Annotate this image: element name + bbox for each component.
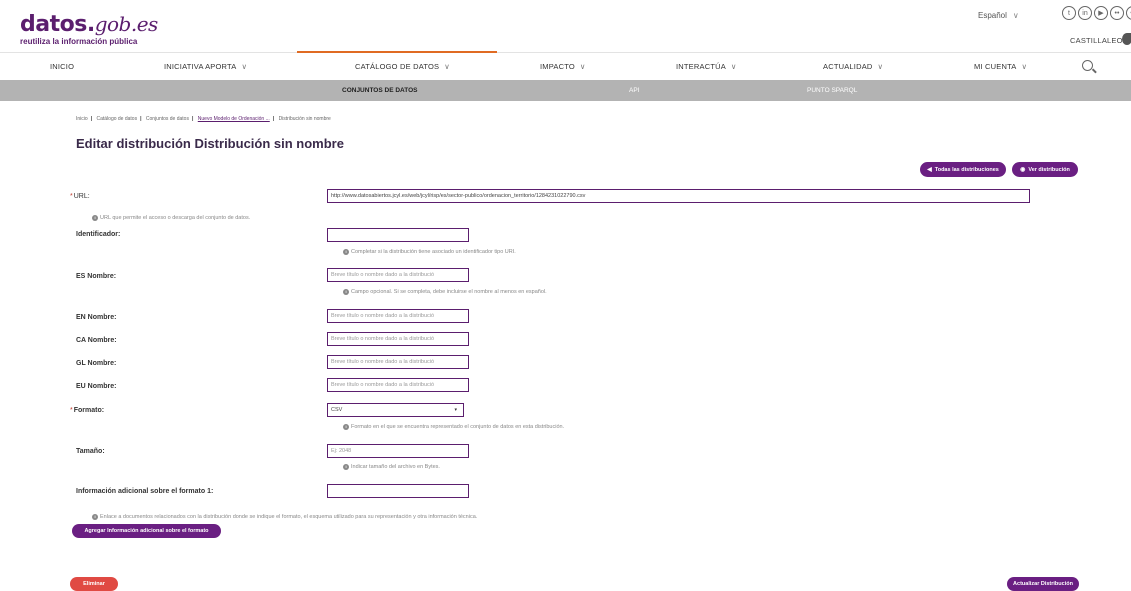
info-icon: i (92, 215, 98, 221)
size-label: Tamaño: (76, 448, 105, 455)
subnav-item-api[interactable]: API (629, 87, 639, 94)
format-label: *Formato: (70, 407, 105, 414)
chevron-down-icon: ∨ (877, 62, 884, 71)
arrow-left-icon: ◀ (927, 167, 932, 173)
all-distributions-button[interactable]: ◀ Todas las distribuciones (920, 162, 1006, 177)
es-name-input[interactable]: Breve título o nombre dado a la distribu… (327, 268, 469, 282)
view-distribution-button[interactable]: ◉ Ver distribución (1012, 162, 1078, 177)
url-label: *URL: (70, 193, 90, 200)
flickr-icon[interactable]: •• (1110, 6, 1124, 20)
en-name-label: EN Nombre: (76, 314, 117, 321)
info-icon: i (343, 464, 349, 470)
subnav-item-punto-sparql[interactable]: PUNTO SPARQL (807, 87, 857, 94)
es-name-label: ES Nombre: (76, 273, 117, 280)
nav-item-iniciativa-aporta[interactable]: INICIATIVA APORTA ∨ (164, 62, 247, 71)
twitter-icon[interactable]: t (1062, 6, 1076, 20)
chevron-down-icon: ∨ (241, 62, 248, 71)
nav-item-actualidad[interactable]: ACTUALIDAD ∨ (823, 62, 883, 71)
nav-item-interactua[interactable]: INTERACTÚA ∨ (676, 62, 737, 71)
search-icon[interactable] (1082, 60, 1093, 71)
nav-item-mi-cuenta[interactable]: MI CUENTA ∨ (974, 62, 1027, 71)
nav-item-catalogo-de-datos[interactable]: CATÁLOGO DE DATOS ∨ (355, 62, 450, 71)
info-icon: i (343, 424, 349, 430)
ca-name-input[interactable]: Breve título o nombre dado a la distribu… (327, 332, 469, 346)
url-help: i URL que permite el acceso o descarga de… (92, 215, 250, 221)
active-tab-indicator (297, 51, 497, 53)
logo-tagline: reutiliza la información pública (20, 37, 138, 46)
gl-name-input[interactable]: Breve título o nombre dado a la distribu… (327, 355, 469, 369)
extra-info-input[interactable] (327, 484, 469, 498)
castilla-leon-logo-icon (1122, 33, 1131, 45)
info-icon: i (92, 514, 98, 520)
format-help: i Formato en el que se encuentra represen… (343, 424, 564, 430)
add-extra-info-button[interactable]: Agregar Información adicional sobre el f… (72, 524, 221, 538)
breadcrumb-item[interactable]: Inicio (76, 116, 88, 122)
delete-button[interactable]: Eliminar (70, 577, 118, 591)
en-name-input[interactable]: Breve título o nombre dado a la distribu… (327, 309, 469, 323)
linkedin-icon[interactable]: in (1078, 6, 1092, 20)
main-navigation: INICIO INICIATIVA APORTA ∨ CATÁLOGO DE DA… (0, 51, 1131, 78)
identifier-input[interactable] (327, 228, 469, 242)
nav-item-inicio[interactable]: INICIO (50, 62, 74, 71)
breadcrumb-item[interactable]: Conjuntos de datos (146, 116, 189, 122)
breadcrumb-item[interactable]: Nuevo Modelo de Ordenación ... (198, 116, 270, 122)
social-links: t in ▶ •• ◠ (1062, 6, 1131, 20)
format-select[interactable]: CSV ▾ (327, 403, 464, 417)
youtube-icon[interactable]: ▶ (1094, 6, 1108, 20)
eu-name-input[interactable]: Breve título o nombre dado a la distribu… (327, 378, 469, 392)
update-distribution-button[interactable]: Actualizar Distribución (1007, 577, 1079, 591)
nav-item-impacto[interactable]: IMPACTO ∨ (540, 62, 586, 71)
gl-name-label: GL Nombre: (76, 360, 117, 367)
chevron-down-icon: ∨ (579, 62, 586, 71)
castilla-leon-brand[interactable]: CASTILLALEON (1070, 36, 1128, 45)
size-help: i Indicar tamaño del archivo en Bytes. (343, 464, 440, 470)
rss-icon[interactable]: ◠ (1126, 6, 1131, 20)
sub-navigation: CONJUNTOS DE DATOS API PUNTO SPARQL (0, 80, 1131, 101)
url-input[interactable]: http://www.datosabiertos.jcyl.es/web/jcy… (327, 189, 1030, 203)
breadcrumb-current: Distribución sin nombre (278, 116, 331, 122)
eye-icon: ◉ (1020, 167, 1026, 173)
size-input[interactable]: Ej: 2048 (327, 444, 469, 458)
identifier-help: i Completar si la distribución tiene asoc… (343, 249, 516, 255)
es-name-help: i Campo opcional. Si se completa, debe in… (343, 289, 547, 295)
chevron-down-icon: ∨ (444, 62, 450, 71)
logo-text: datos.gob.es (20, 12, 158, 37)
chevron-down-icon: ∨ (730, 62, 737, 71)
subnav-item-conjuntos-de-datos[interactable]: CONJUNTOS DE DATOS (342, 87, 417, 94)
chevron-down-icon: ∨ (1021, 62, 1028, 71)
site-logo[interactable]: datos.gob.es reutiliza la información pú… (20, 12, 158, 46)
identifier-label: Identificador: (76, 231, 121, 238)
info-icon: i (343, 289, 349, 295)
eu-name-label: EU Nombre: (76, 383, 117, 390)
ca-name-label: CA Nombre: (76, 337, 117, 344)
extra-info-label: Información adicional sobre el formato 1… (76, 488, 214, 495)
caret-down-icon: ▾ (454, 407, 457, 413)
site-header: datos.gob.es reutiliza la información pú… (0, 0, 1131, 52)
extra-info-help: i Enlace a documentos relacionados con la… (92, 514, 477, 520)
page-title: Editar distribución Distribución sin nom… (76, 136, 344, 151)
chevron-down-icon: ∨ (1012, 11, 1019, 20)
language-selector[interactable]: Español ∨ (978, 11, 1019, 20)
breadcrumb: Inicio | Catálogo de datos | Conjuntos de … (76, 116, 331, 122)
info-icon: i (343, 249, 349, 255)
breadcrumb-item[interactable]: Catálogo de datos (96, 116, 137, 122)
